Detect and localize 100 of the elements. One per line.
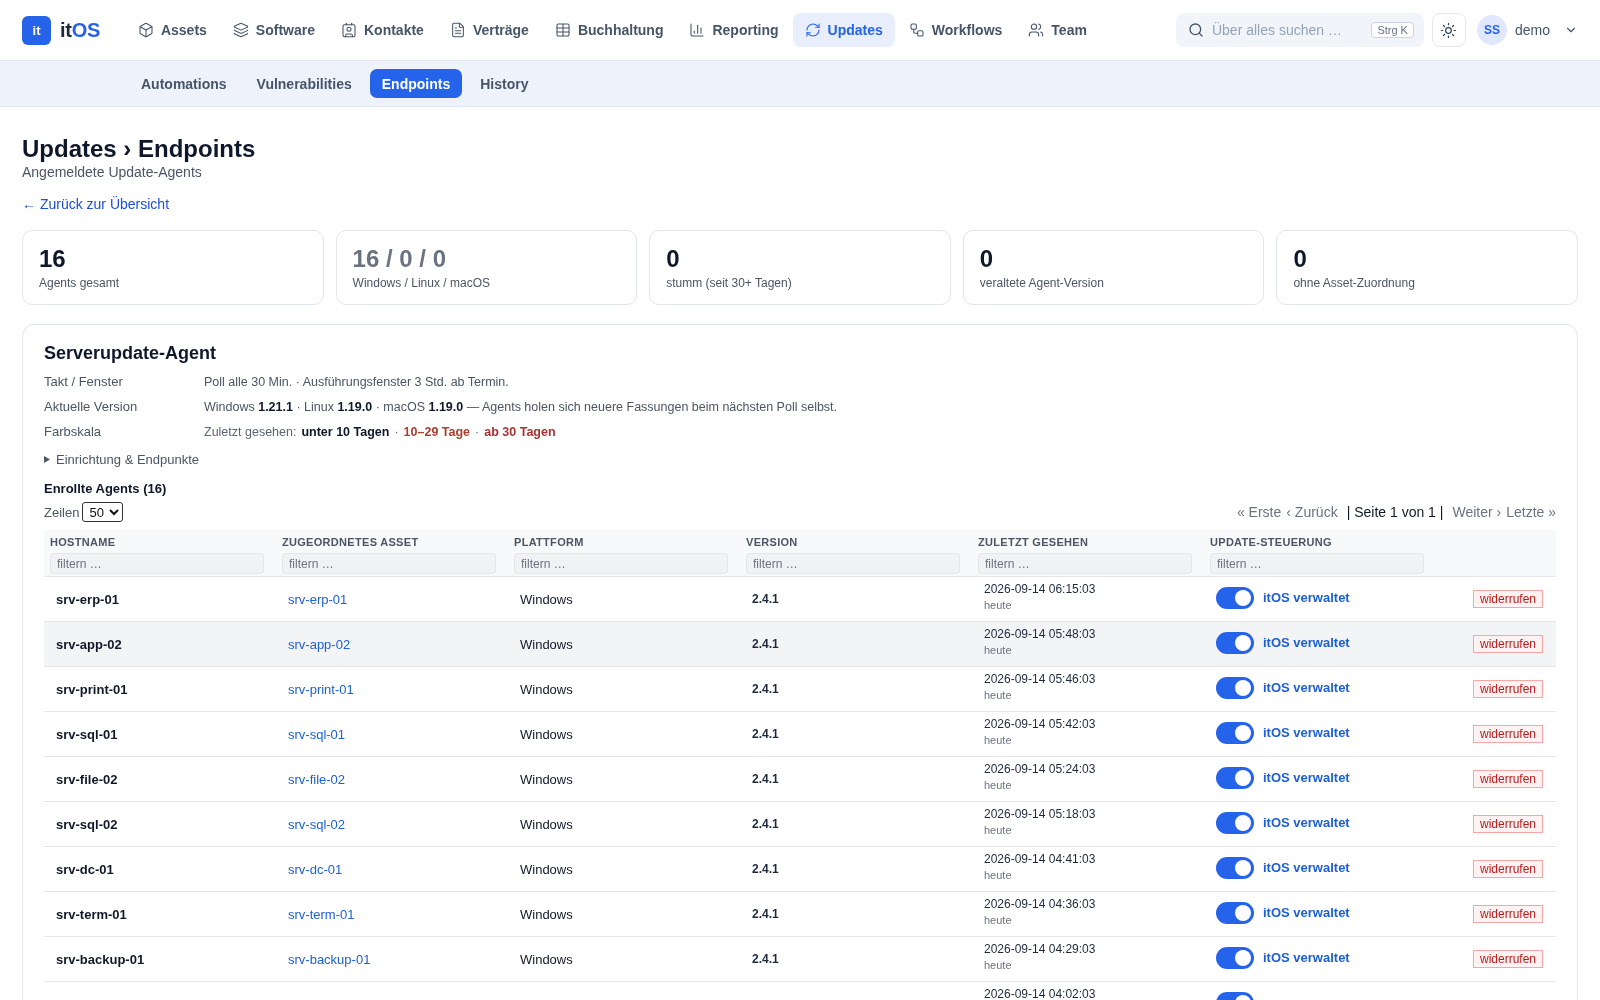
field-label: Takt / Fenster — [44, 374, 124, 389]
page-subtitle: Angemeldete Update-Agents — [22, 163, 203, 181]
filter-field[interactable]: filtern … — [978, 553, 1192, 574]
legend-caption: Zuletzt gesehen: — [204, 424, 297, 439]
nav-item[interactable]: Workflows — [896, 13, 1015, 47]
toggle-switch[interactable] — [1216, 587, 1254, 609]
bar-chart-icon — [689, 22, 706, 38]
legend-label: unter 10 Tagen — [301, 424, 390, 439]
filter-field[interactable]: filtern … — [282, 553, 496, 574]
toggle-switch[interactable] — [1216, 812, 1254, 834]
asset-link[interactable]: srv-print-01 — [288, 681, 354, 697]
hostname-text: srv-file-02 — [56, 771, 118, 787]
field-value: Windows 1.21.1 · Linux 1.19.0 · macOS 1.19.0 — Agents holen sich neuere Fassungen beim nächsten Poll selbst. — [204, 399, 839, 414]
hostname-text: srv-print-01 — [56, 681, 128, 697]
timestamp-text: 2026-09-14 05:18:03 — [984, 808, 1096, 820]
nav-item[interactable]: Assets — [125, 13, 219, 47]
shortcut-hint: Strg K — [1371, 22, 1414, 38]
toggle-switch[interactable] — [1216, 947, 1254, 969]
stat-value: 0 — [1293, 245, 1308, 273]
asset-link[interactable]: srv-app-02 — [288, 636, 351, 652]
version-text: 2.4.1 — [752, 682, 779, 696]
relative-time-text: heute — [984, 869, 1013, 882]
back-link[interactable]: ← Zurück zur Übersicht — [22, 195, 170, 213]
relative-time-text: heute — [984, 824, 1013, 837]
revoke-button[interactable]: widerrufen — [1472, 590, 1543, 608]
filter-field[interactable]: filtern … — [514, 553, 728, 574]
column-header: PLATTFORM — [514, 535, 585, 549]
toggle-switch[interactable] — [1216, 722, 1254, 744]
revoke-button[interactable]: widerrufen — [1472, 815, 1543, 833]
sub-tab[interactable]: Automations — [129, 69, 239, 98]
stat-label: ohne Asset-Zuordnung — [1293, 275, 1416, 291]
workflow-icon — [908, 22, 925, 38]
version-text: 2.4.1 — [752, 727, 779, 741]
hostname-text: srv-dc-01 — [56, 861, 114, 877]
revoke-button[interactable]: widerrufen — [1472, 725, 1543, 743]
refresh-icon — [804, 22, 821, 38]
nav-item[interactable]: Buchhaltung — [542, 13, 676, 47]
toggle-switch[interactable] — [1216, 902, 1254, 924]
nav-item[interactable]: Updates — [792, 13, 895, 47]
platform-text: Windows — [520, 591, 573, 607]
toggle-label: itOS verwaltet — [1263, 904, 1350, 920]
revoke-button[interactable]: widerrufen — [1472, 680, 1543, 698]
platform-text: Windows — [520, 726, 573, 742]
version-text: 2.4.1 — [752, 592, 779, 606]
revoke-button[interactable]: widerrufen — [1472, 950, 1543, 968]
toggle-label: itOS verwaltet — [1263, 949, 1350, 965]
hostname-text: srv-app-02 — [56, 636, 122, 652]
relative-time-text: heute — [984, 779, 1013, 792]
nav-item[interactable]: Verträge — [437, 13, 541, 47]
asset-link[interactable]: srv-backup-01 — [288, 951, 371, 967]
nav-item[interactable]: Team — [1016, 13, 1099, 47]
user-menu-button[interactable]: SS demo — [1476, 15, 1578, 45]
page-title: Updates › Endpoints — [22, 135, 257, 163]
version-text: 2.4.1 — [752, 952, 779, 966]
relative-time-text: heute — [984, 914, 1013, 927]
relative-time-text: heute — [984, 959, 1013, 972]
avatar-initials: SS — [1476, 15, 1507, 45]
sub-tab[interactable]: History — [468, 69, 541, 98]
version-text: 2.4.1 — [752, 862, 779, 876]
disclosure-toggle[interactable]: Einrichtung & Endpunkte — [44, 450, 200, 468]
timestamp-text: 2026-09-14 04:02:03 — [984, 988, 1096, 1000]
toggle-switch[interactable] — [1216, 677, 1254, 699]
revoke-button[interactable]: widerrufen — [1472, 770, 1543, 788]
revoke-button[interactable]: widerrufen — [1472, 905, 1543, 923]
stat-label: Windows / Linux / macOS — [352, 275, 491, 291]
asset-link[interactable]: srv-sql-02 — [288, 816, 346, 832]
revoke-button[interactable]: widerrufen — [1472, 860, 1543, 878]
legend-separator: · — [394, 424, 399, 439]
platform-text: Windows — [520, 681, 573, 697]
filter-field[interactable]: filtern … — [50, 553, 264, 574]
nav-item[interactable]: Kontakte — [328, 13, 436, 47]
theme-toggle-button[interactable] — [1431, 13, 1466, 47]
revoke-button[interactable]: widerrufen — [1472, 635, 1543, 653]
timestamp-text: 2026-09-14 04:41:03 — [984, 853, 1096, 865]
filter-field[interactable]: filtern … — [1210, 553, 1424, 574]
column-header: HOSTNAME — [50, 535, 117, 549]
column-header: ZULETZT GESEHEN — [978, 535, 1090, 549]
toggle-switch[interactable] — [1216, 767, 1254, 789]
filter-field[interactable]: filtern … — [746, 553, 960, 574]
hostname-text: srv-sql-02 — [56, 816, 118, 832]
nav-item[interactable]: Reporting — [677, 13, 791, 47]
asset-link[interactable]: srv-dc-01 — [288, 861, 343, 877]
version-text: 2.4.1 — [752, 772, 779, 786]
asset-link[interactable]: srv-sql-01 — [288, 726, 346, 742]
stat-value: 0 — [666, 245, 681, 273]
hostname-text: srv-erp-01 — [56, 591, 119, 607]
page-size-select[interactable]: 50 — [82, 502, 124, 522]
platform-text: Windows — [520, 816, 573, 832]
nav-item[interactable]: Software — [220, 13, 327, 47]
toggle-switch[interactable] — [1216, 857, 1254, 879]
sub-tab[interactable]: Endpoints — [369, 69, 463, 98]
users-icon — [1028, 22, 1045, 38]
toggle-switch[interactable] — [1216, 632, 1254, 654]
logo-tile[interactable]: it — [22, 15, 51, 45]
asset-link[interactable]: srv-term-01 — [288, 906, 355, 922]
timestamp-text: 2026-09-14 06:15:03 — [984, 583, 1096, 595]
sub-tab[interactable]: Vulnerabilities — [244, 69, 364, 98]
stat-label: veraltete Agent-Version — [979, 275, 1105, 291]
asset-link[interactable]: srv-file-02 — [288, 771, 346, 787]
asset-link[interactable]: srv-erp-01 — [288, 591, 348, 607]
